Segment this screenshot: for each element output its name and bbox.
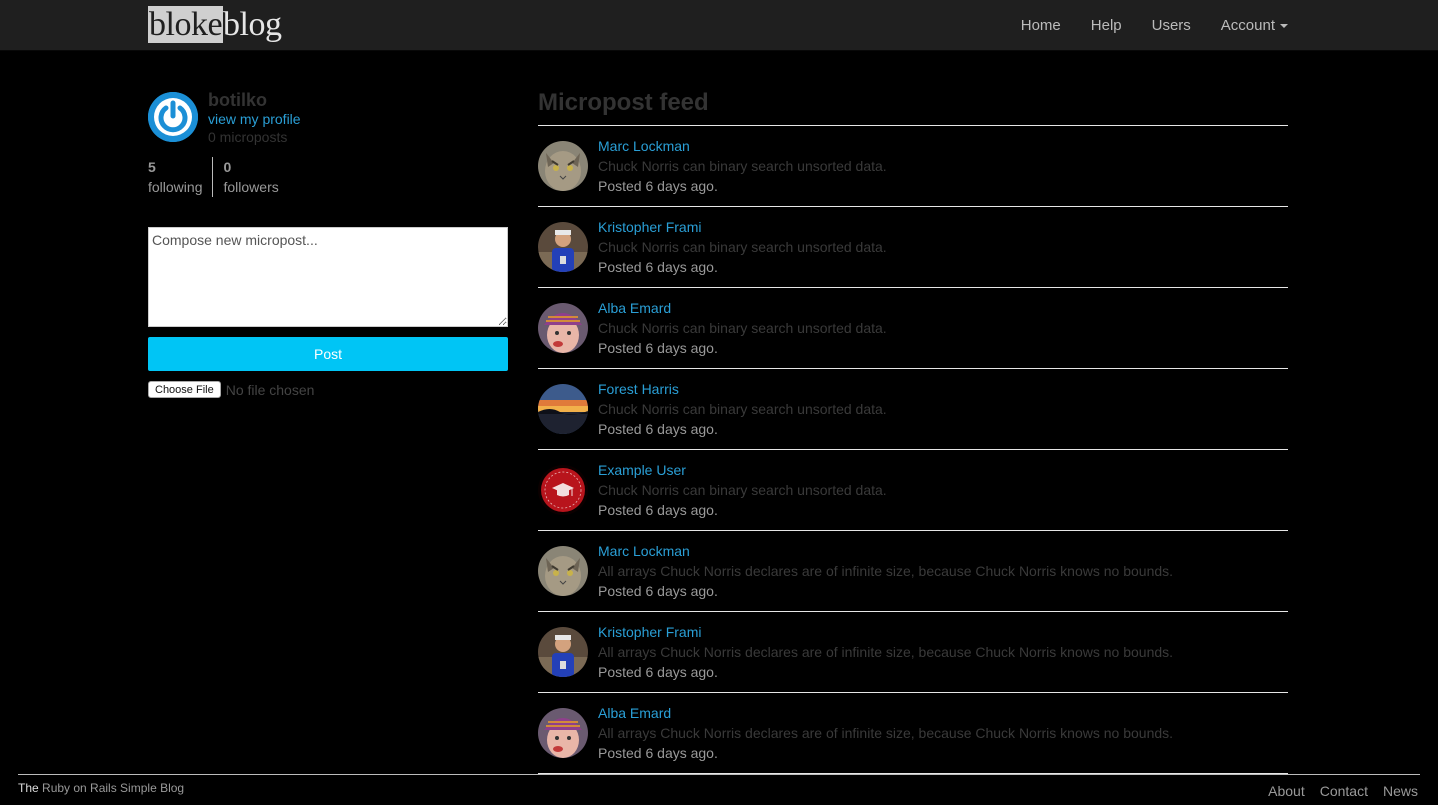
feed-timestamp: Posted 6 days ago. [598,259,718,275]
feed-item: Example User Chuck Norris can binary sear… [538,450,1288,531]
user-name: botilko [208,90,267,110]
feed-timestamp: Posted 6 days ago. [598,421,718,437]
logo-text-blog: blog [223,6,282,43]
power-icon [148,92,198,142]
footer-links: About Contact News [1253,783,1418,799]
feed-timestamp: Posted 6 days ago. [598,664,718,680]
following-label: following [148,179,203,195]
choose-file-button[interactable]: Choose File [148,381,221,398]
file-upload: Choose File No file chosen [148,381,314,398]
feed-user-link[interactable]: Marc Lockman [598,138,690,154]
feed-item: Kristopher Frami All arrays Chuck Norris … [538,612,1288,693]
feed-content: All arrays Chuck Norris declares are of … [598,725,1174,741]
feed-content: All arrays Chuck Norris declares are of … [598,644,1174,660]
feed-content: Chuck Norris can binary search unsorted … [598,320,887,336]
feed-timestamp: Posted 6 days ago. [598,745,718,761]
feed-content: Chuck Norris can binary search unsorted … [598,401,887,417]
person-blue-shirt-avatar[interactable] [538,222,588,272]
footer-about-link[interactable]: About [1268,783,1305,799]
feed-user-link[interactable]: Forest Harris [598,381,679,397]
caret-down-icon [1280,24,1288,29]
feed-item: Marc Lockman Chuck Norris can binary sear… [538,126,1288,207]
compose-micropost-textarea[interactable] [148,227,508,327]
feed-item: Kristopher Frami Chuck Norris can binary … [538,207,1288,288]
feed-timestamp: Posted 6 days ago. [598,178,718,194]
micropost-feed: Marc Lockman Chuck Norris can binary sear… [538,125,1288,774]
post-button[interactable]: Post [148,337,508,371]
feed-timestamp: Posted 6 days ago. [598,340,718,356]
logo-text-bloke: bloke [148,6,224,43]
footer-brand: The Ruby on Rails Simple Blog [18,781,184,795]
user-stats: 5 following 0 followers [148,157,279,197]
feed-user-link[interactable]: Marc Lockman [598,543,690,559]
footer-news-link[interactable]: News [1383,783,1418,799]
followers-stat[interactable]: 0 followers [213,157,278,197]
feed-timestamp: Posted 6 days ago. [598,502,718,518]
feed-content: All arrays Chuck Norris declares are of … [598,563,1174,579]
feed-user-link[interactable]: Example User [598,462,686,478]
view-profile-link[interactable]: view my profile [208,111,301,127]
followers-count: 0 [223,159,232,175]
nav-home-link[interactable]: Home [1021,0,1061,51]
feed-content: Chuck Norris can binary search unsorted … [598,239,887,255]
file-status: No file chosen [225,381,315,398]
user-avatar[interactable] [148,92,198,142]
nav-help-link[interactable]: Help [1091,0,1122,51]
person-blue-shirt-avatar[interactable] [538,627,588,677]
followers-label: followers [223,179,279,195]
footer-contact-link[interactable]: Contact [1320,783,1368,799]
feed-content: Chuck Norris can binary search unsorted … [598,158,887,174]
footer-brand-the: The [18,781,39,795]
child-knit-hat-avatar[interactable] [538,303,588,353]
following-stat[interactable]: 5 following [148,157,214,197]
nav-links: Home Help Users Account [991,0,1288,51]
nav-users-link[interactable]: Users [1152,0,1191,51]
feed-user-link[interactable]: Alba Emard [598,300,671,316]
site-logo[interactable]: blokeblog [148,5,282,45]
nav-account-label: Account [1220,17,1275,34]
graduation-cap-seal-avatar[interactable] [538,465,588,515]
feed-user-link[interactable]: Kristopher Frami [598,624,701,640]
cat-avatar[interactable] [538,141,588,191]
footer: The Ruby on Rails Simple Blog About Cont… [18,774,1420,805]
feed-item: Alba Emard All arrays Chuck Norris declar… [538,693,1288,774]
cat-avatar[interactable] [538,546,588,596]
feed-item: Forest Harris Chuck Norris can binary sea… [538,369,1288,450]
micropost-count: 0 microposts [208,129,288,145]
feed-item: Marc Lockman All arrays Chuck Norris decl… [538,531,1288,612]
feed-user-link[interactable]: Kristopher Frami [598,219,701,235]
following-count: 5 [148,159,156,175]
feed-title: Micropost feed [538,89,709,116]
feed-content: Chuck Norris can binary search unsorted … [598,482,887,498]
feed-item: Alba Emard Chuck Norris can binary search… [538,288,1288,369]
footer-brand-text: Ruby on Rails Simple Blog [38,781,185,795]
nav-account-dropdown[interactable]: Account [1221,0,1288,51]
feed-timestamp: Posted 6 days ago. [598,583,718,599]
navbar: blokeblog Home Help Users Account [0,0,1438,51]
sunset-avatar[interactable] [538,384,588,434]
feed-user-link[interactable]: Alba Emard [598,705,671,721]
child-knit-hat-avatar[interactable] [538,708,588,758]
